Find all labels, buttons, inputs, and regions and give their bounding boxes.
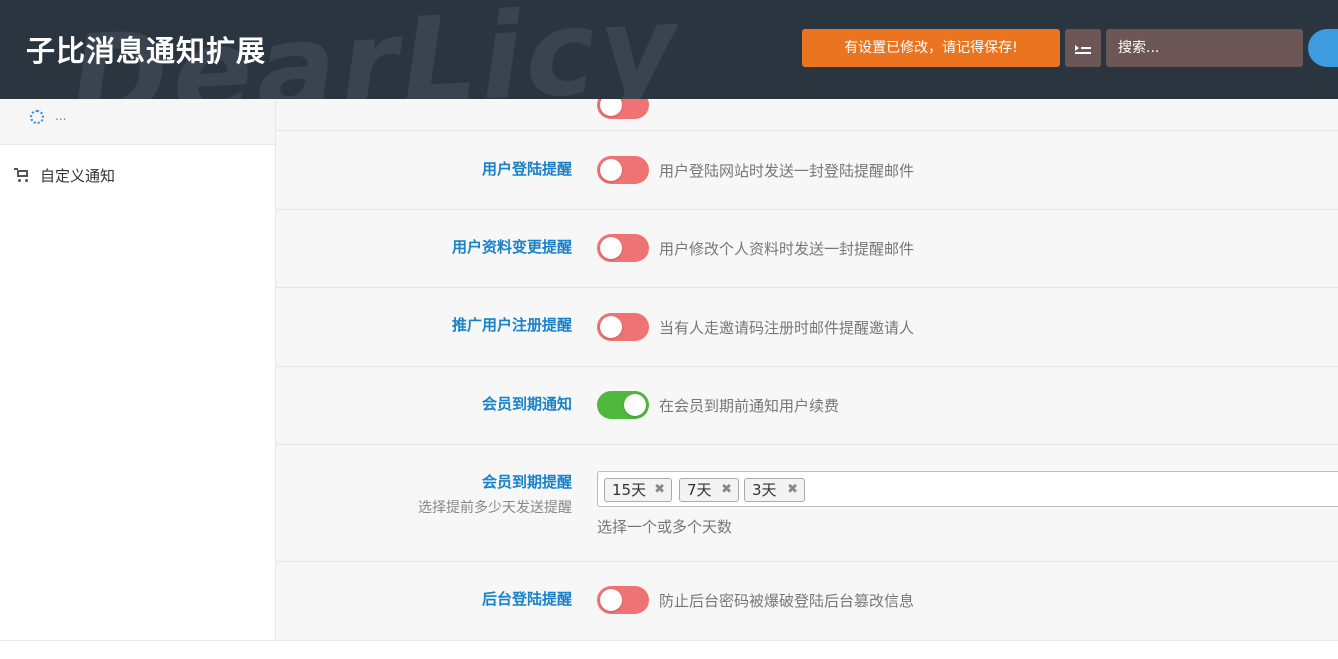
toggle-knob — [624, 394, 646, 416]
toggle-knob — [600, 316, 622, 338]
cart-icon — [14, 168, 30, 182]
sidebar-loading: ... — [0, 99, 275, 145]
tag-chip[interactable]: 3天 ✖ — [744, 478, 805, 502]
vip-expire-toggle[interactable] — [597, 391, 649, 419]
remove-tag-icon[interactable]: ✖ — [721, 479, 732, 501]
setting-sublabel: 选择提前多少天发送提醒 — [418, 500, 572, 516]
partial-toggle-switch[interactable] — [597, 99, 649, 119]
search-button[interactable] — [1308, 29, 1338, 67]
setting-hint: 选择一个或多个天数 — [597, 518, 733, 536]
profile-change-toggle[interactable] — [597, 234, 649, 262]
app-header: DearLicy 子比消息通知扩展 有设置已修改，请记得保存! — [0, 0, 1338, 99]
tag-label: 7天 — [687, 481, 712, 499]
page-title: 子比消息通知扩展 — [26, 34, 267, 68]
settings-row-partial — [276, 99, 1338, 131]
setting-description: 在会员到期前通知用户续费 — [659, 397, 840, 415]
search-input[interactable] — [1106, 29, 1303, 67]
sidebar-item-custom-notify[interactable]: 自定义通知 — [0, 159, 275, 191]
settings-row: 用户资料变更提醒 用户修改个人资料时发送一封提醒邮件 — [276, 210, 1338, 288]
setting-label: 后台登陆提醒 — [481, 590, 572, 608]
setting-label: 会员到期通知 — [481, 395, 572, 413]
tag-chip[interactable]: 7天 ✖ — [679, 478, 739, 502]
setting-description: 当有人走邀请码注册时邮件提醒邀请人 — [659, 319, 915, 337]
setting-description: 防止后台密码被爆破登陆后台篡改信息 — [659, 592, 915, 610]
settings-row: 用户登陆提醒 用户登陆网站时发送一封登陆提醒邮件 — [276, 131, 1338, 210]
spinner-icon — [30, 110, 44, 124]
settings-row: 后台登陆提醒 防止后台密码被爆破登陆后台篡改信息 — [276, 562, 1338, 640]
settings-row: 会员到期通知 在会员到期前通知用户续费 — [276, 367, 1338, 445]
settings-row: 推广用户注册提醒 当有人走邀请码注册时邮件提醒邀请人 — [276, 288, 1338, 367]
toggle-knob — [600, 159, 622, 181]
tag-label: 3天 — [752, 481, 777, 499]
settings-panel: 用户登陆提醒 用户登陆网站时发送一封登陆提醒邮件 用户资料变更提醒 用户修改个人… — [276, 99, 1338, 640]
referral-register-toggle[interactable] — [597, 313, 649, 341]
footer-strip — [0, 640, 1338, 659]
save-notice-button[interactable]: 有设置已修改，请记得保存! — [802, 29, 1060, 67]
login-notify-toggle[interactable] — [597, 156, 649, 184]
admin-login-toggle[interactable] — [597, 586, 649, 614]
setting-label: 会员到期提醒 — [481, 473, 572, 491]
tag-label: 15天 — [612, 481, 647, 499]
tag-chip[interactable]: 15天 ✖ — [604, 478, 672, 502]
settings-row: 会员到期提醒 选择提前多少天发送提醒 15天 ✖ 7天 ✖ 3天 ✖ 选择一个或多个天… — [276, 445, 1338, 562]
loading-text: ... — [55, 109, 67, 123]
setting-description: 用户登陆网站时发送一封登陆提醒邮件 — [659, 162, 915, 180]
remove-tag-icon[interactable]: ✖ — [654, 479, 665, 501]
indent-icon — [1075, 42, 1091, 54]
remove-tag-icon[interactable]: ✖ — [787, 479, 798, 501]
sidebar: ... 自定义通知 — [0, 99, 276, 659]
days-multiselect[interactable]: 15天 ✖ 7天 ✖ 3天 ✖ — [597, 471, 1338, 507]
setting-label: 推广用户注册提醒 — [451, 316, 572, 334]
setting-label: 用户登陆提醒 — [481, 160, 572, 178]
menu-toggle-button[interactable] — [1065, 29, 1101, 67]
setting-description: 用户修改个人资料时发送一封提醒邮件 — [659, 240, 915, 258]
sidebar-item-label: 自定义通知 — [40, 166, 116, 185]
toggle-knob — [600, 237, 622, 259]
setting-label: 用户资料变更提醒 — [451, 238, 572, 256]
toggle-knob — [600, 589, 622, 611]
